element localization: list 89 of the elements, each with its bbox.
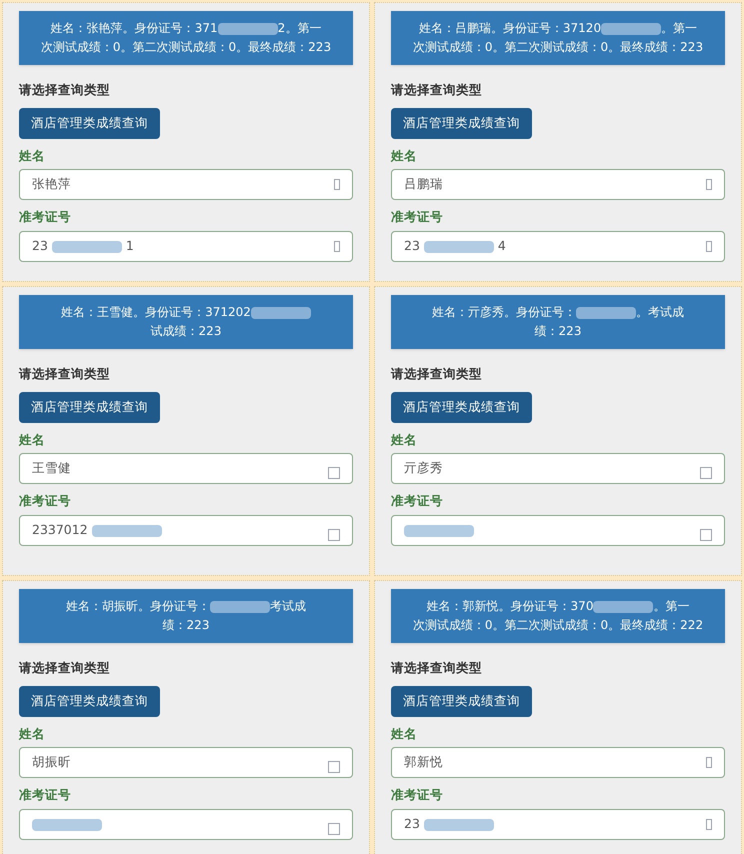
input-field[interactable]: 亓彦秀 [391, 453, 725, 484]
field-value: 23 [404, 815, 420, 834]
input-field[interactable]: 23 [391, 809, 725, 840]
placeholder-glyph-icon [706, 241, 712, 252]
field-label: 准考证号 [391, 492, 444, 510]
redaction-blur [424, 240, 494, 252]
banner-text: 次测试成绩：0。第二次测试成绩：0。最终成绩：223 [40, 39, 332, 56]
query-type-label: 请选择查询类型 [19, 81, 111, 99]
field-label: 姓名 [391, 430, 418, 448]
banner-text: 。考试成 [636, 304, 684, 321]
query-type-button[interactable]: 酒店管理类成绩查询 [391, 108, 532, 138]
redaction-blur [52, 240, 122, 252]
placeholder-glyph-icon [706, 757, 712, 768]
field-label: 准考证号 [19, 208, 72, 226]
query-type-button[interactable]: 酒店管理类成绩查询 [391, 392, 532, 422]
field-value: 胡振昕 [32, 753, 71, 772]
banner-text: 姓名：张艳萍。身份证号：371 [50, 20, 218, 37]
input-field[interactable]: 2337012 [19, 515, 353, 546]
field-value: 1 [126, 237, 134, 256]
banner-text: 姓名：吕鹏瑞。身份证号：37120 [418, 20, 602, 37]
query-type-button[interactable]: 酒店管理类成绩查询 [391, 686, 532, 716]
field-label: 姓名 [391, 724, 418, 742]
query-type-label: 请选择查询类型 [391, 659, 483, 677]
placeholder-glyph-icon [706, 179, 712, 190]
banner-text: 姓名：亓彦秀。身份证号： [432, 304, 576, 321]
checkbox-icon [328, 823, 340, 835]
field-label: 准考证号 [391, 786, 444, 804]
placeholder-glyph-icon [334, 241, 340, 252]
input-field[interactable]: 张艳萍 [19, 169, 353, 200]
query-type-label: 请选择查询类型 [391, 365, 483, 383]
field-label: 准考证号 [19, 492, 72, 510]
query-type-button[interactable]: 酒店管理类成绩查询 [19, 108, 160, 138]
banner-text: 姓名：郭新悦。身份证号：370 [426, 598, 594, 615]
field-value: 2337012 [32, 521, 88, 540]
field-label: 准考证号 [391, 208, 444, 226]
redaction-blur [404, 524, 474, 536]
checkbox-icon [328, 761, 340, 774]
query-type-label: 请选择查询类型 [391, 81, 483, 99]
banner-text: 绩：223 [162, 617, 210, 634]
banner-text: 次测试成绩：0。第二次测试成绩：0。最终成绩：223 [412, 39, 704, 56]
input-field[interactable]: 王雪健 [19, 453, 353, 484]
input-field[interactable]: 23 1 [19, 231, 353, 262]
query-type-label: 请选择查询类型 [19, 365, 111, 383]
input-field[interactable]: 胡振昕 [19, 747, 353, 778]
redaction-blur [576, 306, 636, 318]
field-label: 姓名 [19, 430, 46, 448]
redaction-blur [250, 306, 311, 318]
banner-text: 绩：223 [534, 323, 582, 340]
redaction-blur [92, 524, 162, 536]
field-label: 姓名 [19, 146, 46, 164]
banner-text: 。第一 [653, 598, 690, 615]
redaction-blur [601, 22, 662, 34]
field-value: 亓彦秀 [404, 459, 443, 478]
input-field[interactable] [19, 809, 353, 840]
input-field[interactable]: 23 4 [391, 231, 725, 262]
field-value: 王雪健 [32, 459, 71, 478]
field-label: 准考证号 [19, 786, 72, 804]
redaction-blur [424, 818, 494, 830]
banner-text: 次测试成绩：0。第二次测试成绩：0。最终成绩：222 [412, 617, 704, 634]
query-type-label: 请选择查询类型 [19, 659, 111, 677]
banner-text: 。第一 [661, 20, 698, 37]
checkbox-icon [700, 529, 712, 541]
redaction-blur [593, 600, 654, 612]
input-field[interactable]: 郭新悦 [391, 747, 725, 778]
banner-text: 姓名：胡振昕。身份证号： [66, 598, 210, 615]
placeholder-glyph-icon [706, 819, 712, 830]
input-field[interactable] [391, 515, 725, 546]
field-value: 吕鹏瑞 [404, 175, 443, 194]
banner-text: 试成绩：223 [150, 323, 222, 340]
query-type-button[interactable]: 酒店管理类成绩查询 [19, 392, 160, 422]
checkbox-icon [328, 467, 340, 480]
field-value: 23 [32, 237, 48, 256]
field-label: 姓名 [391, 146, 418, 164]
query-type-button[interactable]: 酒店管理类成绩查询 [19, 686, 160, 716]
field-value: 郭新悦 [404, 753, 443, 772]
checkbox-icon [328, 529, 340, 541]
redaction-blur [210, 600, 270, 612]
field-value: 张艳萍 [32, 175, 71, 194]
checkbox-icon [700, 467, 712, 480]
placeholder-glyph-icon [334, 179, 340, 190]
banner-text: 姓名：王雪健。身份证号：371202 [61, 304, 251, 321]
banner-text: 2。第一 [278, 20, 322, 37]
redaction-blur [32, 818, 102, 830]
banner-text: 考试成 [270, 598, 306, 615]
field-label: 姓名 [19, 724, 46, 742]
field-value: 23 [404, 237, 420, 256]
redaction-blur [218, 22, 278, 34]
field-value: 4 [498, 237, 506, 256]
input-field[interactable]: 吕鹏瑞 [391, 169, 725, 200]
